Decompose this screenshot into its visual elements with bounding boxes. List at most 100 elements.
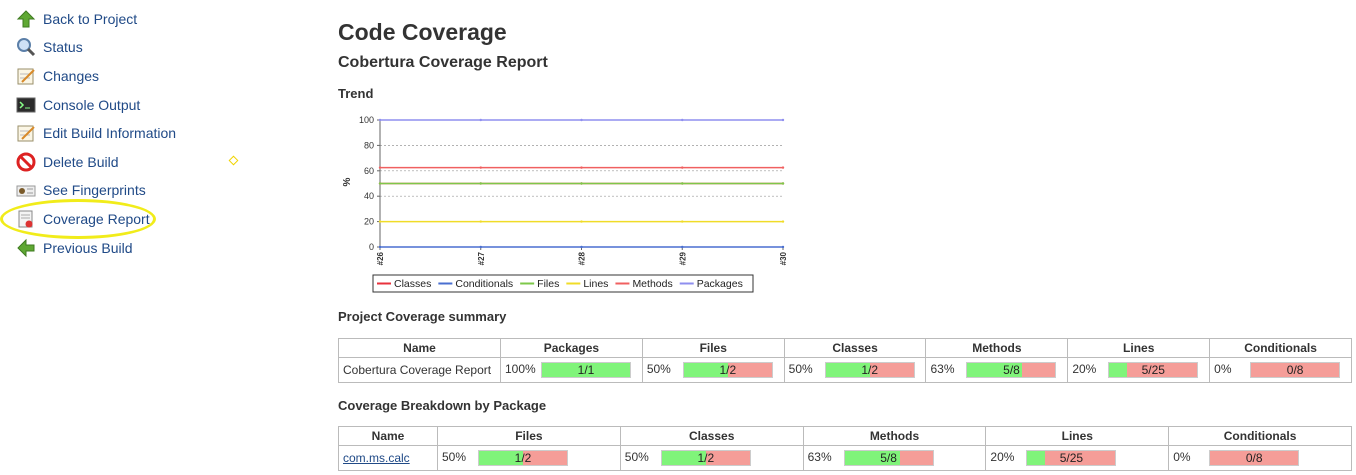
series-point-conditionals [378, 245, 382, 249]
breakdown-header-name: Name [338, 426, 438, 446]
no-entry-icon [16, 152, 36, 172]
sidebar-item-delete-build[interactable]: Delete Build [16, 151, 119, 173]
package-link[interactable]: com.ms.calc [343, 451, 410, 465]
y-axis-label: % [342, 178, 353, 187]
series-point-packages [378, 118, 382, 122]
fingerprint-icon [16, 180, 36, 200]
summary-methods-cell: 63% 5/8 [925, 357, 1069, 383]
series-point-lines [781, 220, 785, 223]
trend-chart: 0 20 40 60 80 100% #26 #27 #28 #29 #30 Classes Condi… [338, 108, 798, 298]
breakdown-conditionals-coverage-bar: 0/8 [1209, 450, 1300, 466]
up-arrow-icon [16, 9, 36, 29]
report-icon [16, 209, 36, 229]
summary-header-methods: Methods [925, 338, 1069, 358]
breakdown-lines-cell: 20% 5/25 [985, 445, 1170, 471]
sidebar: Back to Project Status Changes Console O… [0, 0, 300, 475]
project-coverage-summary-table: Name Packages Files Classes Methods Line… [338, 338, 1352, 383]
series-point-files [378, 182, 382, 185]
breakdown-header-conditionals: Conditionals [1168, 426, 1352, 446]
summary-packages-percent: 100% [505, 362, 536, 377]
breakdown-header-classes: Classes [619, 426, 804, 446]
summary-packages-coverage-bar: 1/1 [541, 362, 631, 378]
y-tick-label: 80 [364, 140, 374, 150]
x-tick-label: #27 [477, 251, 486, 265]
series-point-files [681, 182, 684, 185]
summary-conditionals-coverage-bar: 0/8 [1250, 362, 1341, 378]
breakdown-conditionals-percent: 0% [1173, 450, 1191, 465]
y-tick-label: 60 [364, 166, 374, 176]
summary-conditionals-cell: 0% 0/8 [1209, 357, 1352, 383]
table-row: Cobertura Coverage Report 100% 1/1 50% 1/2 5… [338, 357, 1352, 383]
series-point-conditionals [781, 245, 785, 249]
sidebar-item-coverage-report[interactable]: Coverage Report [16, 208, 150, 230]
breakdown-classes-coverage-bar: 1/2 [660, 450, 751, 466]
terminal-icon [16, 95, 36, 115]
breakdown-files-ratio: 1/2 [514, 451, 532, 465]
y-tick-label: 40 [364, 191, 374, 201]
summary-packages-cell: 100% 1/1 [500, 357, 643, 383]
table-row: com.ms.calc 50% 1/2 50% 1/2 63% 5/8 20% 5/25 0% 0… [338, 445, 1352, 471]
breakdown-lines-coverage-bar: 5/25 [1026, 450, 1117, 466]
breakdown-files-cell: 50% 1/2 [437, 445, 621, 471]
breakdown-header-methods: Methods [802, 426, 987, 446]
breakdown-lines-percent: 20% [990, 450, 1015, 465]
breakdown-methods-coverage-bar: 5/8 [843, 450, 934, 466]
legend-label-methods: Methods [632, 278, 672, 290]
breakdown-conditionals-cell: 0% 0/8 [1168, 445, 1352, 471]
x-tick-label: #26 [376, 251, 385, 265]
summary-conditionals-percent: 0% [1214, 362, 1232, 377]
coverage-breakdown-table: Name Files Classes Methods Lines Conditi… [338, 426, 1352, 471]
x-tick-label: #29 [678, 251, 687, 265]
summary-row-name: Cobertura Coverage Report [338, 357, 501, 383]
breakdown-conditionals-ratio: 0/8 [1245, 451, 1263, 465]
summary-packages-ratio: 1/1 [577, 363, 595, 377]
y-tick-label: 0 [369, 242, 374, 252]
x-tick-label: #30 [779, 251, 788, 265]
summary-header-classes: Classes [783, 338, 927, 358]
breakdown-methods-percent: 63% [807, 450, 832, 465]
series-point-conditionals [479, 245, 482, 249]
summary-header-lines: Lines [1067, 338, 1211, 358]
series-point-methods [781, 166, 785, 169]
summary-classes-cell: 50% 1/2 [783, 357, 927, 383]
breakdown-row-name: com.ms.calc [338, 445, 438, 471]
sidebar-item-edit-build-information[interactable]: Edit Build Information [16, 122, 176, 144]
legend-label-files: Files [537, 278, 559, 290]
summary-lines-cell: 20% 5/25 [1067, 357, 1211, 383]
breakdown-files-coverage-bar: 1/2 [478, 450, 568, 466]
breakdown-files-percent: 50% [442, 450, 467, 465]
series-point-lines [378, 220, 382, 223]
sidebar-item-previous-build[interactable]: Previous Build [16, 237, 133, 259]
legend-label-conditionals: Conditionals [455, 278, 513, 290]
legend-label-packages: Packages [697, 278, 743, 290]
sidebar-item-changes[interactable]: Changes [16, 65, 99, 87]
trend-heading: Trend [338, 86, 374, 101]
series-point-methods [681, 166, 684, 169]
sidebar-item-status[interactable]: Status [16, 36, 83, 58]
summary-header-conditionals: Conditionals [1209, 338, 1352, 358]
marker-dot [228, 155, 239, 166]
series-point-methods [378, 166, 382, 169]
summary-classes-ratio: 1/2 [861, 363, 878, 377]
legend-label-lines: Lines [583, 278, 608, 290]
summary-header-packages: Packages [500, 338, 643, 358]
sidebar-item-back-to-project[interactable]: Back to Project [16, 8, 137, 30]
notepad-icon [16, 123, 36, 143]
breakdown-methods-ratio: 5/8 [880, 451, 897, 465]
breakdown-classes-ratio: 1/2 [697, 451, 715, 465]
summary-files-cell: 50% 1/2 [641, 357, 785, 383]
summary-conditionals-ratio: 0/8 [1286, 363, 1304, 377]
sidebar-item-console-output[interactable]: Console Output [16, 94, 140, 116]
breakdown-lines-ratio: 5/25 [1059, 451, 1084, 465]
page-title: Code Coverage [338, 19, 507, 45]
series-point-conditionals [681, 245, 684, 249]
page-subtitle: Cobertura Coverage Report [338, 54, 548, 71]
sidebar-item-see-fingerprints[interactable]: See Fingerprints [16, 179, 146, 201]
summary-header-name: Name [338, 338, 501, 358]
summary-lines-ratio: 5/25 [1141, 363, 1165, 377]
summary-classes-coverage-bar: 1/2 [824, 362, 915, 378]
summary-files-coverage-bar: 1/2 [682, 362, 773, 378]
summary-files-ratio: 1/2 [719, 363, 737, 377]
breakdown-header-lines: Lines [985, 426, 1170, 446]
y-tick-label: 20 [364, 217, 374, 227]
